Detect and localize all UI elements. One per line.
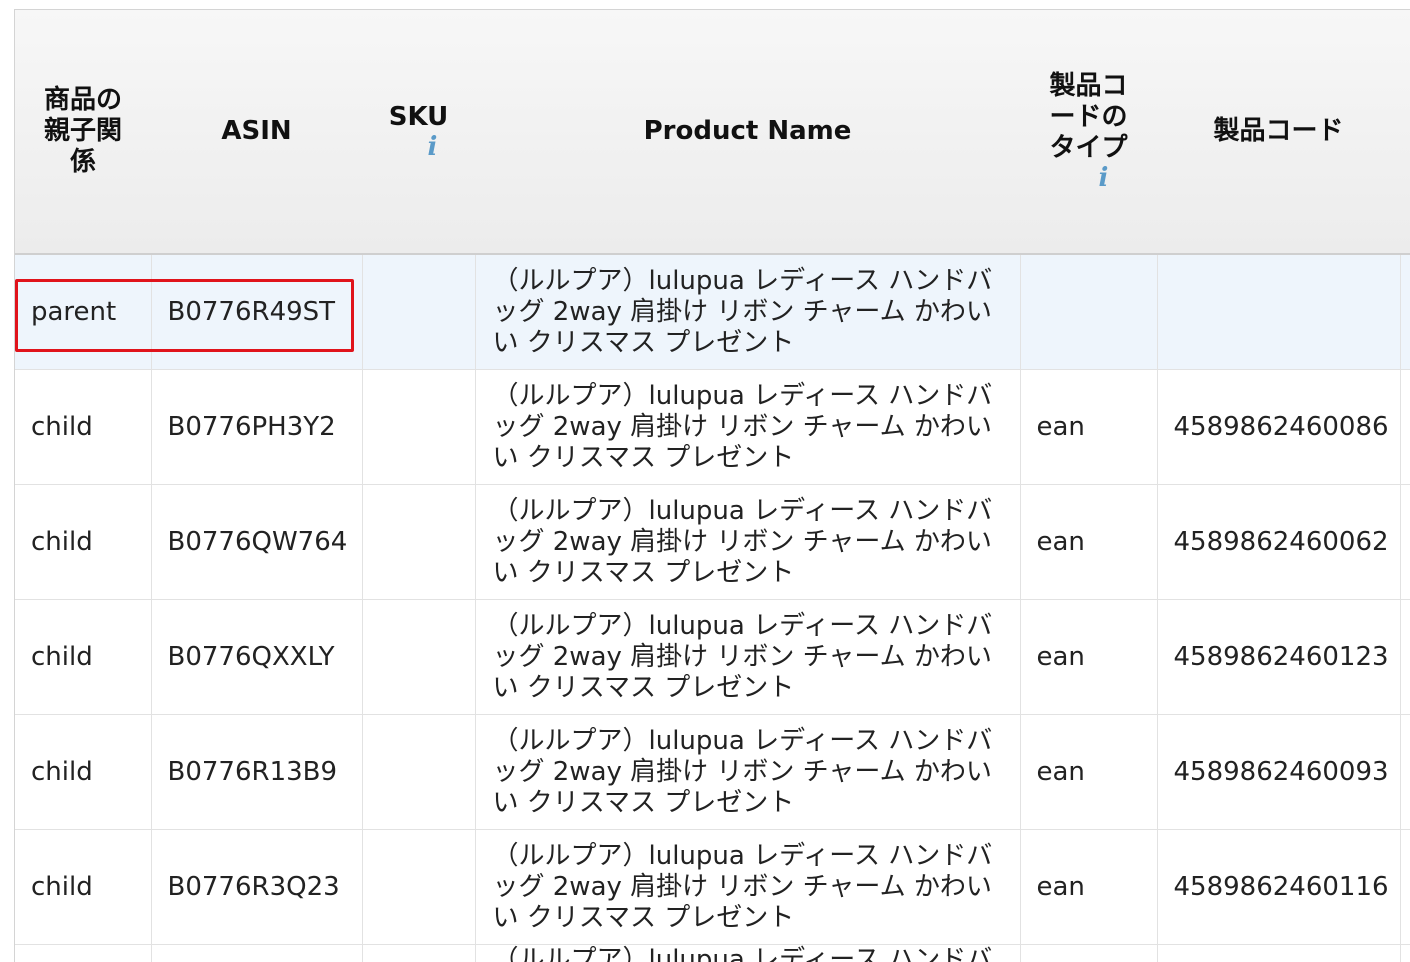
cell-overflow [1400, 715, 1410, 830]
cell-overflow [1400, 254, 1410, 370]
cell-code-type: ean [1020, 600, 1157, 715]
cell-product-name: （ルルプア）lulupua レディース ハンドバッグ 2way 肩掛け リボン … [475, 715, 1020, 830]
cell-product-name: （ルルプア）lulupua レディース ハンドバッグ 2way 肩掛け リボン … [475, 370, 1020, 485]
header-product-code[interactable]: 製品コード [1157, 10, 1400, 254]
product-table-container: 商品の親子関係 ASIN SKU i Product Name 製品コードのタイ… [14, 9, 1410, 962]
cell-code-type: ean [1020, 370, 1157, 485]
cell-asin[interactable] [151, 945, 362, 962]
cell-overflow [1400, 600, 1410, 715]
cell-asin[interactable]: B0776PH3Y2 [151, 370, 362, 485]
header-sku[interactable]: SKU i [362, 10, 475, 254]
table-row[interactable]: child B0776QXXLY （ルルプア）lulupua レディース ハンド… [15, 600, 1410, 715]
code-type-info-icon[interactable]: i [1058, 164, 1149, 192]
cell-code-type: ean [1020, 485, 1157, 600]
table-row-parent[interactable]: parent B0776R49ST （ルルプア）lulupua レディース ハン… [15, 254, 1410, 370]
cell-overflow [1400, 945, 1410, 962]
cell-product-code: 4589862460086 [1157, 370, 1400, 485]
table-row[interactable]: child B0776R13B9 （ルルプア）lulupua レディース ハンド… [15, 715, 1410, 830]
table-row[interactable]: child B0776QW764 （ルルプア）lulupua レディース ハンド… [15, 485, 1410, 600]
cell-sku [362, 945, 475, 962]
cell-product-name: （ルルプア）lulupua レディース ハンドバッグ 2way 肩掛け リボン … [475, 485, 1020, 600]
header-product-name[interactable]: Product Name [475, 10, 1020, 254]
cell-asin[interactable]: B0776R3Q23 [151, 830, 362, 945]
table-row[interactable]: child B0776PH3Y2 （ルルプア）lulupua レディース ハンド… [15, 370, 1410, 485]
cell-code-type [1020, 254, 1157, 370]
cell-overflow [1400, 485, 1410, 600]
cell-relation [15, 945, 151, 962]
cell-sku [362, 485, 475, 600]
cell-relation: parent [15, 254, 151, 370]
cell-relation: child [15, 600, 151, 715]
table-row-partial[interactable]: （ルルプア）lulupua レディース ハンドバッグ [15, 945, 1410, 962]
sku-info-icon[interactable]: i [398, 133, 467, 161]
cell-product-code [1157, 254, 1400, 370]
cell-sku [362, 370, 475, 485]
cell-product-code: 4589862460062 [1157, 485, 1400, 600]
cell-product-code: 4589862460093 [1157, 715, 1400, 830]
cell-relation: child [15, 830, 151, 945]
cell-asin[interactable]: B0776QW764 [151, 485, 362, 600]
cell-asin[interactable]: B0776R13B9 [151, 715, 362, 830]
cell-product-code [1157, 945, 1400, 962]
cell-overflow [1400, 830, 1410, 945]
header-code-type[interactable]: 製品コードのタイプ i [1020, 10, 1157, 254]
cell-overflow [1400, 370, 1410, 485]
cell-sku [362, 830, 475, 945]
cell-product-name: （ルルプア）lulupua レディース ハンドバッグ 2way 肩掛け リボン … [475, 600, 1020, 715]
table-header-row: 商品の親子関係 ASIN SKU i Product Name 製品コードのタイ… [15, 10, 1410, 254]
table-row[interactable]: child B0776R3Q23 （ルルプア）lulupua レディース ハンド… [15, 830, 1410, 945]
cell-code-type [1020, 945, 1157, 962]
cell-product-code: 4589862460116 [1157, 830, 1400, 945]
cell-relation: child [15, 370, 151, 485]
header-overflow [1400, 10, 1410, 254]
cell-code-type: ean [1020, 830, 1157, 945]
cell-asin[interactable]: B0776QXXLY [151, 600, 362, 715]
cell-product-name: （ルルプア）lulupua レディース ハンドバッグ 2way 肩掛け リボン … [475, 254, 1020, 370]
header-asin[interactable]: ASIN [151, 10, 362, 254]
cell-product-name: （ルルプア）lulupua レディース ハンドバッグ [475, 945, 1020, 962]
cell-product-code: 4589862460123 [1157, 600, 1400, 715]
cell-code-type: ean [1020, 715, 1157, 830]
cell-relation: child [15, 485, 151, 600]
cell-relation: child [15, 715, 151, 830]
cell-product-name: （ルルプア）lulupua レディース ハンドバッグ 2way 肩掛け リボン … [475, 830, 1020, 945]
product-variation-table: 商品の親子関係 ASIN SKU i Product Name 製品コードのタイ… [15, 10, 1410, 962]
header-relation[interactable]: 商品の親子関係 [15, 10, 151, 254]
cell-sku [362, 715, 475, 830]
cell-asin[interactable]: B0776R49ST [151, 254, 362, 370]
cell-sku [362, 254, 475, 370]
cell-sku [362, 600, 475, 715]
